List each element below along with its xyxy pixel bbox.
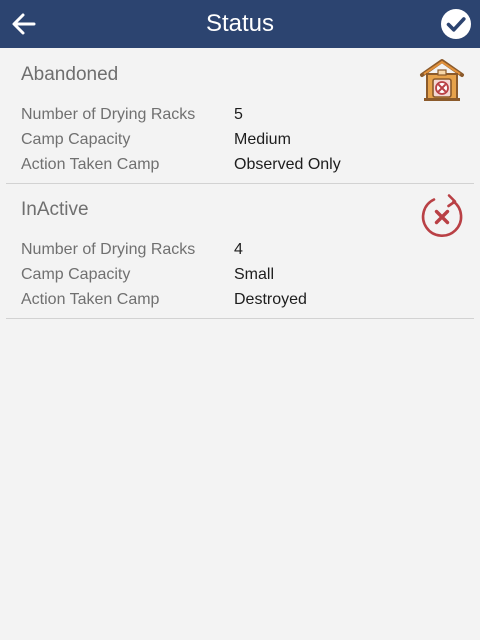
field-value: 4 bbox=[234, 241, 243, 258]
field-value: 5 bbox=[234, 106, 243, 123]
field-action-taken: Action Taken Camp Destroyed bbox=[21, 289, 461, 311]
field-action-taken: Action Taken Camp Observed Only bbox=[21, 154, 461, 176]
field-label: Action Taken Camp bbox=[21, 156, 160, 173]
inactive-refresh-x-icon bbox=[418, 191, 466, 239]
field-drying-racks: Number of Drying Racks 4 bbox=[21, 239, 461, 261]
field-value: Observed Only bbox=[234, 156, 341, 173]
status-title: InActive bbox=[21, 199, 89, 220]
field-value: Destroyed bbox=[234, 291, 307, 308]
field-label: Camp Capacity bbox=[21, 266, 131, 283]
field-label: Action Taken Camp bbox=[21, 291, 160, 308]
field-camp-capacity: Camp Capacity Small bbox=[21, 264, 461, 286]
confirm-button[interactable] bbox=[440, 8, 472, 40]
status-record-inactive[interactable]: InActive Number of Drying Racks 4 Camp C… bbox=[6, 183, 474, 319]
field-value: Medium bbox=[234, 131, 291, 148]
field-camp-capacity: Camp Capacity Medium bbox=[21, 129, 461, 151]
app-header: Status bbox=[0, 0, 480, 48]
field-value: Small bbox=[234, 266, 275, 283]
field-label: Camp Capacity bbox=[21, 131, 131, 148]
page-title: Status bbox=[205, 10, 275, 37]
field-label: Number of Drying Racks bbox=[21, 241, 196, 258]
status-record-abandoned[interactable]: Abandoned Number of Drying Racks 5 Camp … bbox=[6, 48, 474, 184]
abandoned-house-icon bbox=[418, 56, 466, 104]
status-title: Abandoned bbox=[21, 64, 119, 85]
field-label: Number of Drying Racks bbox=[21, 106, 196, 123]
check-circle-icon bbox=[441, 9, 471, 39]
field-drying-racks: Number of Drying Racks 5 bbox=[21, 104, 461, 126]
